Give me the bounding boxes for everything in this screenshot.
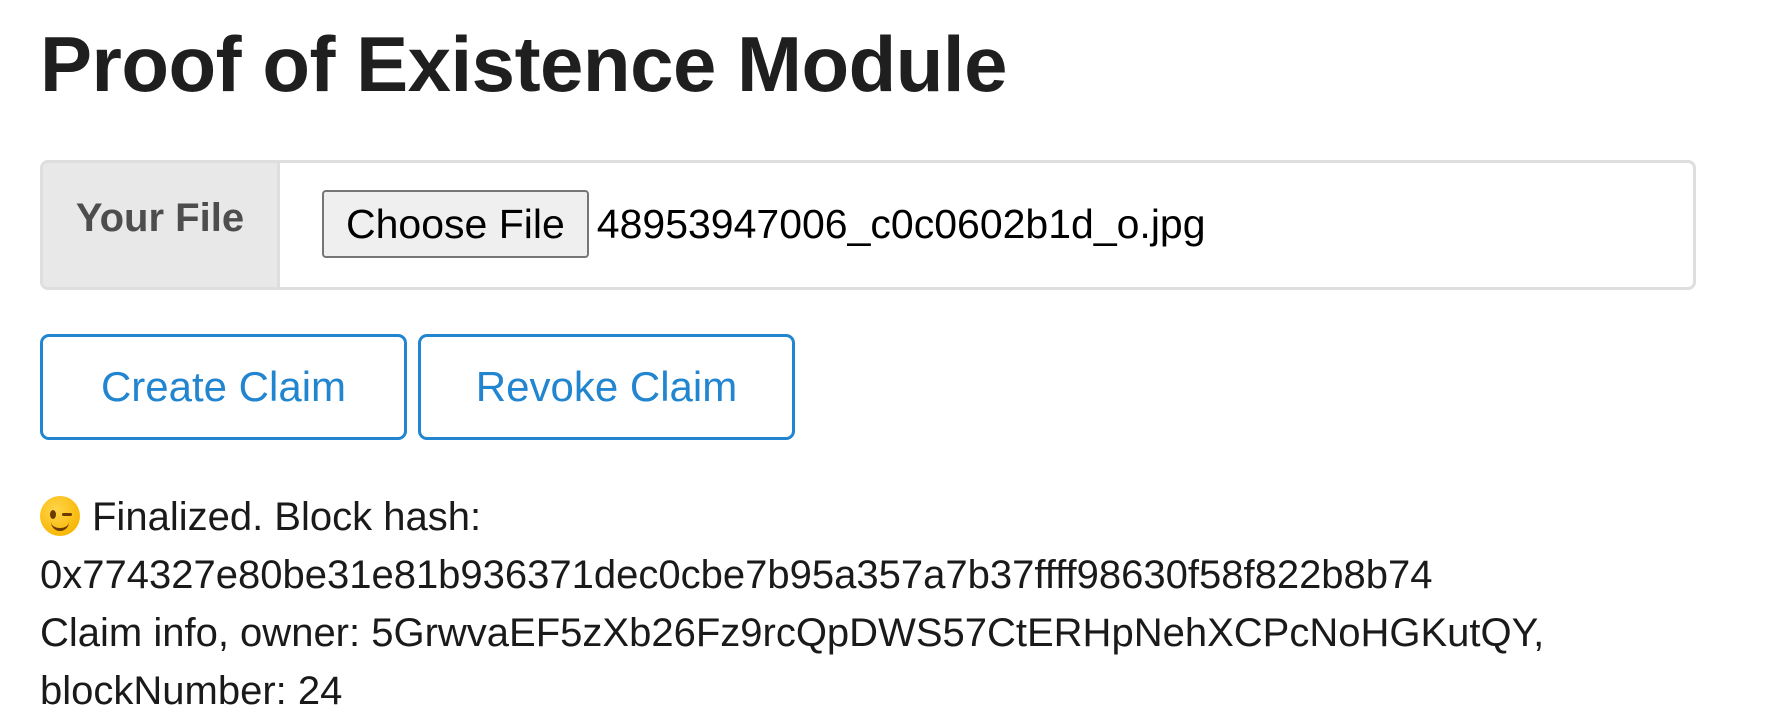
block-number-info: blockNumber: 24 [40,669,343,713]
choose-file-button[interactable]: Choose File [322,190,589,258]
revoke-claim-button[interactable]: Revoke Claim [418,334,795,440]
claim-owner-info: Claim info, owner: 5GrwvaEF5zXb26Fz9rcQp… [40,611,1545,655]
winking-face-icon [40,496,80,536]
selected-file-name: 48953947006_c0c0602b1d_o.jpg [596,200,1206,247]
create-claim-button[interactable]: Create Claim [40,334,407,440]
block-hash-value: 0x774327e80be31e81b936371dec0cbe7b95a357… [40,553,1433,597]
status-message: Finalized. Block hash: 0x774327e80be31e8… [40,488,1730,720]
status-line-finalized: Finalized. Block hash: [40,488,1730,546]
page-title: Proof of Existence Module [40,20,1007,108]
file-input-label-text: Your File [75,195,245,240]
file-input-group: Your File Choose File 48953947006_c0c060… [40,160,1696,290]
claim-button-group: Create Claim Revoke Claim [40,334,795,440]
file-input[interactable]: Choose File 48953947006_c0c0602b1d_o.jpg [280,163,1693,287]
file-input-label: Your File [43,163,280,287]
status-finalized-text: Finalized. Block hash: [92,495,482,539]
